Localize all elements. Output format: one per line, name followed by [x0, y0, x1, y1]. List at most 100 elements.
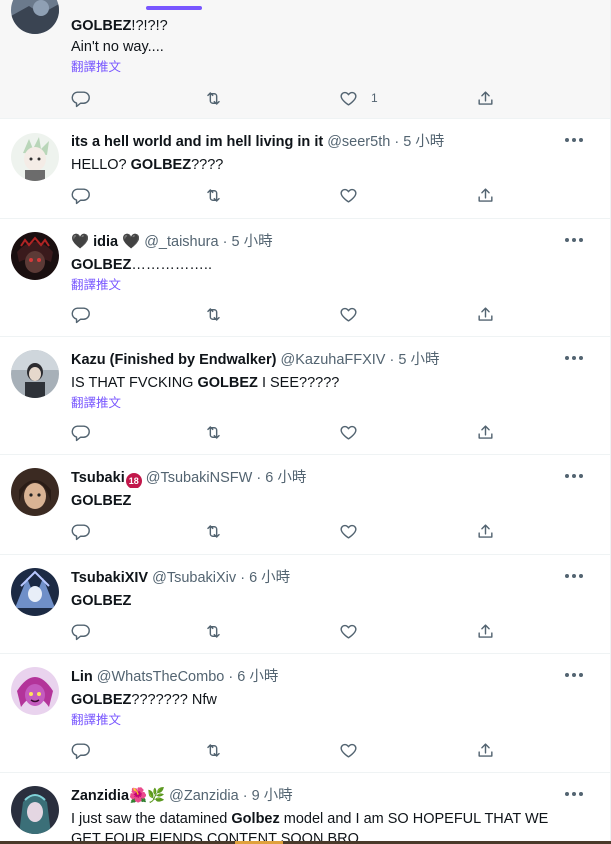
display-name[interactable]: Kazu (Finished by Endwalker)	[71, 352, 276, 368]
reply-button[interactable]	[71, 185, 90, 205]
retweet-icon	[207, 743, 220, 757]
more-options-button[interactable]	[564, 469, 584, 483]
tweet-text: GOLBEZ!?!?!?	[71, 18, 168, 34]
translate-tweet-link[interactable]: 翻譯推文	[71, 277, 594, 294]
tweet[interactable]: Tsubaki 18 @TsubakiNSFW · 6 小時 GOLBEZ	[0, 455, 610, 555]
username[interactable]: @_taishura	[144, 234, 218, 250]
retweet-button[interactable]	[204, 304, 223, 324]
share-button[interactable]	[476, 621, 495, 641]
timestamp[interactable]: 9 小時	[252, 788, 293, 804]
more-options-button[interactable]	[564, 787, 584, 801]
translate-tweet-link[interactable]: 翻譯推文	[71, 712, 594, 729]
retweet-button[interactable]	[204, 422, 223, 442]
avatar[interactable]	[11, 350, 59, 398]
tweet[interactable]: TsubakiXIV @TsubakiXiv · 6 小時 GOLBEZ	[0, 555, 610, 654]
retweet-button[interactable]	[204, 740, 223, 760]
tweet-text: GOLBEZ	[71, 593, 132, 609]
timestamp[interactable]: 5 小時	[231, 234, 272, 250]
share-icon	[478, 523, 493, 538]
timestamp[interactable]: 6 小時	[237, 669, 278, 685]
tweet-header: Tsubaki 18 @TsubakiNSFW · 6 小時	[71, 469, 594, 488]
retweet-button[interactable]	[204, 621, 223, 641]
reply-button[interactable]	[71, 88, 90, 108]
tweet-actions	[71, 740, 511, 760]
like-button[interactable]	[339, 304, 358, 324]
share-button[interactable]	[476, 185, 495, 205]
timestamp[interactable]: 6 小時	[249, 570, 290, 586]
reply-button[interactable]	[71, 304, 90, 324]
display-name[interactable]: Tsubaki	[71, 470, 125, 486]
translate-tweet-link[interactable]: 翻譯推文	[71, 395, 594, 412]
display-name[interactable]: its a hell world and im hell living in i…	[71, 134, 323, 150]
username[interactable]: @seer5th	[327, 134, 390, 150]
username[interactable]: @Zanzidia	[169, 788, 239, 804]
age-badge-icon: 18	[125, 473, 142, 488]
tweet-actions	[71, 521, 511, 541]
display-name[interactable]: TsubakiXIV	[71, 570, 148, 586]
reply-icon	[71, 424, 90, 441]
avatar[interactable]	[11, 667, 59, 715]
retweet-icon	[207, 425, 220, 439]
tweet[interactable]: its a hell world and im hell living in i…	[0, 119, 610, 219]
like-button[interactable]	[339, 521, 358, 541]
avatar[interactable]	[11, 568, 59, 616]
tweet[interactable]: Lin @WhatsTheCombo · 6 小時 GOLBEZ??????? …	[0, 654, 610, 773]
more-options-button[interactable]	[564, 569, 584, 583]
username[interactable]: @TsubakiNSFW	[146, 470, 253, 486]
heart-icon	[340, 524, 357, 539]
avatar[interactable]	[11, 468, 59, 516]
timestamp[interactable]: 5 小時	[398, 352, 439, 368]
username[interactable]: @WhatsTheCombo	[97, 669, 225, 685]
retweet-icon	[207, 91, 220, 105]
reply-button[interactable]	[71, 740, 90, 760]
tweet[interactable]: Kazu (Finished by Endwalker) @KazuhaFFXI…	[0, 337, 610, 455]
tweet[interactable]: Zanzidia🌺🌿 @Zanzidia · 9 小時 I just saw t…	[0, 773, 610, 844]
heart-icon	[340, 91, 357, 106]
tweet-actions	[71, 304, 511, 324]
display-name[interactable]: Lin	[71, 669, 93, 685]
like-button[interactable]	[339, 185, 358, 205]
more-options-button[interactable]	[564, 133, 584, 147]
like-button[interactable]: 1	[339, 88, 378, 108]
avatar[interactable]	[11, 133, 59, 181]
timestamp[interactable]: 6 小時	[265, 470, 306, 486]
reply-icon	[71, 90, 90, 107]
more-options-button[interactable]	[564, 233, 584, 247]
more-options-button[interactable]	[564, 351, 584, 365]
share-icon	[478, 424, 493, 439]
reply-button[interactable]	[71, 422, 90, 442]
share-button[interactable]	[476, 521, 495, 541]
heart-icon	[340, 188, 357, 203]
tweet-text: IS THAT FVCKING GOLBEZ I SEE?????	[71, 375, 340, 391]
avatar[interactable]	[11, 786, 59, 834]
share-button[interactable]	[476, 88, 495, 108]
active-tab-indicator	[146, 6, 202, 10]
reply-button[interactable]	[71, 521, 90, 541]
timestamp[interactable]: 5 小時	[403, 134, 444, 150]
retweet-button[interactable]	[204, 88, 223, 108]
like-button[interactable]	[339, 740, 358, 760]
tweet[interactable]: GOLBEZ!?!?!? Ain't no way.... 翻譯推文 1	[0, 0, 610, 119]
share-button[interactable]	[476, 304, 495, 324]
reply-button[interactable]	[71, 621, 90, 641]
tweet-text: GOLBEZ	[71, 493, 132, 509]
display-name[interactable]: 🖤 idia 🖤	[71, 234, 140, 250]
more-options-button[interactable]	[564, 668, 584, 682]
avatar[interactable]	[11, 0, 59, 34]
share-icon	[478, 187, 493, 202]
username[interactable]: @KazuhaFFXIV	[280, 352, 385, 368]
avatar[interactable]	[11, 232, 59, 280]
retweet-icon	[207, 188, 220, 202]
translate-tweet-link[interactable]: 翻譯推文	[71, 59, 594, 76]
retweet-button[interactable]	[204, 521, 223, 541]
like-button[interactable]	[339, 422, 358, 442]
tweet[interactable]: 🖤 idia 🖤 @_taishura · 5 小時 GOLBEZ……………..…	[0, 219, 610, 337]
share-button[interactable]	[476, 740, 495, 760]
share-button[interactable]	[476, 422, 495, 442]
retweet-button[interactable]	[204, 185, 223, 205]
username[interactable]: @TsubakiXiv	[152, 570, 236, 586]
display-name[interactable]: Zanzidia🌺🌿	[71, 788, 165, 804]
reply-icon	[71, 187, 90, 204]
like-button[interactable]	[339, 621, 358, 641]
share-icon	[478, 90, 493, 105]
